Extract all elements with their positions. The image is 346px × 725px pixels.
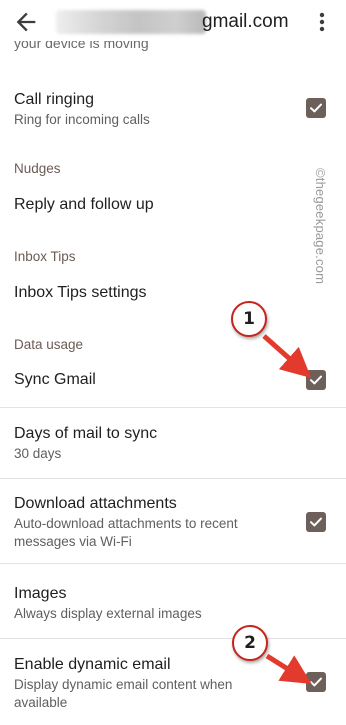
divider <box>0 563 346 564</box>
setting-reply-and-follow-up[interactable]: Reply and follow up <box>0 190 346 226</box>
app-bar: gmail.com <box>0 0 346 44</box>
more-vert-icon[interactable] <box>310 9 334 35</box>
setting-title: Inbox Tips settings <box>14 284 147 301</box>
account-title: gmail.com <box>56 10 296 34</box>
setting-images[interactable]: Images Always display external images <box>0 580 346 630</box>
setting-download-attachments[interactable]: Download attachments Auto-download attac… <box>0 490 346 554</box>
divider <box>0 478 346 479</box>
call-ringing-checkbox[interactable] <box>306 98 326 118</box>
watermark: ©thegeekpage.com <box>313 168 328 285</box>
section-data-usage: Data usage <box>14 337 84 352</box>
setting-title: Days of mail to sync <box>14 425 158 442</box>
divider <box>0 638 346 639</box>
setting-subtitle: Display dynamic email content when avail… <box>14 677 233 710</box>
setting-enable-dynamic-email[interactable]: Enable dynamic email Display dynamic ema… <box>0 651 346 715</box>
setting-subtitle: 30 days <box>14 446 62 461</box>
section-nudges: Nudges <box>14 161 61 176</box>
setting-title: Call ringing <box>14 91 95 108</box>
setting-subtitle: Auto-download attachments to recent mess… <box>14 516 238 549</box>
setting-title: Enable dynamic email <box>14 656 171 673</box>
setting-days-of-mail-to-sync[interactable]: Days of mail to sync 30 days <box>0 420 346 470</box>
annotation-badge-2: 2 <box>232 625 268 661</box>
setting-title: Sync Gmail <box>14 371 96 388</box>
back-arrow-icon[interactable] <box>12 8 40 36</box>
setting-subtitle: Ring for incoming calls <box>14 112 150 127</box>
sync-gmail-checkbox[interactable] <box>306 370 326 390</box>
annotation-badge-1: 1 <box>231 301 267 337</box>
blurred-email-prefix <box>56 10 206 34</box>
setting-title: Images <box>14 585 67 602</box>
section-inbox-tips: Inbox Tips <box>14 249 76 264</box>
setting-sync-gmail[interactable]: Sync Gmail <box>0 364 346 404</box>
download-attachments-checkbox[interactable] <box>306 512 326 532</box>
setting-subtitle: Always display external images <box>14 606 202 621</box>
setting-title: Reply and follow up <box>14 196 154 213</box>
setting-inbox-tips-settings[interactable]: Inbox Tips settings <box>0 277 346 313</box>
dynamic-email-checkbox[interactable] <box>306 672 326 692</box>
partial-text-top: your device is moving <box>14 41 149 51</box>
email-domain: gmail.com <box>202 11 289 32</box>
divider <box>0 407 346 408</box>
setting-title: Download attachments <box>14 495 177 512</box>
setting-call-ringing[interactable]: Call ringing Ring for incoming calls <box>0 86 346 136</box>
